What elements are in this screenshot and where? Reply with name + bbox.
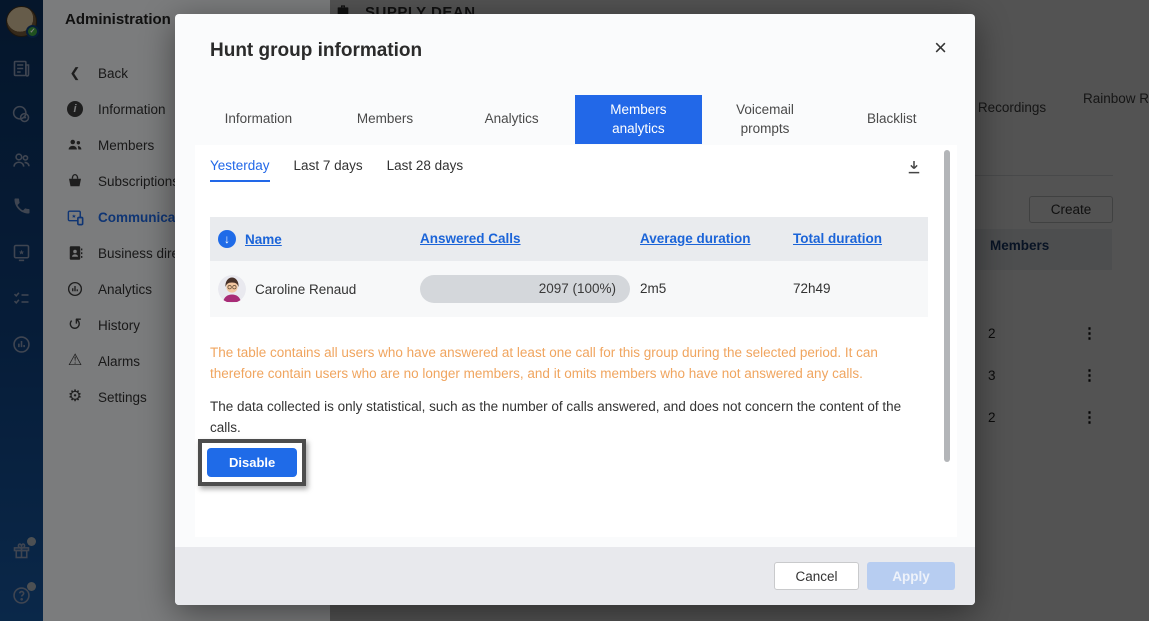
modal-tab-bar: Information Members Analytics Members an… [195,95,955,144]
tab-members-analytics[interactable]: Members analytics [575,95,702,144]
member-name: Caroline Renaud [255,282,356,297]
period-yesterday[interactable]: Yesterday [210,158,270,182]
column-header-total-duration[interactable]: Total duration [793,231,882,246]
table-disclaimer-warning: The table contains all users who have an… [210,343,922,385]
period-last-7-days[interactable]: Last 7 days [294,158,363,182]
modal-scrollbar[interactable] [944,150,950,462]
close-icon[interactable]: × [934,38,947,58]
action-highlight-box: Disable [198,439,306,486]
tab-analytics[interactable]: Analytics [448,95,575,144]
user-avatar [218,275,246,303]
cancel-button[interactable]: Cancel [774,562,859,590]
period-last-28-days[interactable]: Last 28 days [387,158,464,182]
apply-button[interactable]: Apply [867,562,955,590]
tab-blacklist[interactable]: Blacklist [828,95,955,144]
column-header-average-duration[interactable]: Average duration [640,231,751,246]
total-duration-value: 72h49 [793,281,831,296]
average-duration-value: 2m5 [640,281,666,296]
modal-title: Hunt group information [210,40,422,62]
download-icon[interactable] [905,158,923,181]
sort-descending-icon[interactable]: ↓ [218,230,236,248]
members-analytics-panel: Yesterday Last 7 days Last 28 days ↓ Nam… [195,145,957,537]
answered-calls-bar: 2097 (100%) [420,275,630,303]
analytics-table: ↓ Name Answered Calls Average duration T… [210,217,928,317]
table-row: Caroline Renaud 2097 (100%) 2m5 72h49 [210,261,928,317]
tab-members[interactable]: Members [322,95,449,144]
tab-voicemail-prompts[interactable]: Voicemail prompts [702,95,829,144]
disable-button[interactable]: Disable [207,448,297,477]
analytics-table-header: ↓ Name Answered Calls Average duration T… [210,217,928,261]
column-header-answered-calls[interactable]: Answered Calls [420,231,521,246]
tab-information[interactable]: Information [195,95,322,144]
modal-footer: Cancel Apply [175,547,975,605]
statistics-note: The data collected is only statistical, … [210,397,922,439]
hunt-group-information-modal: Hunt group information × Information Mem… [175,14,975,605]
column-header-name[interactable]: Name [245,232,282,247]
period-filter: Yesterday Last 7 days Last 28 days [210,158,463,182]
